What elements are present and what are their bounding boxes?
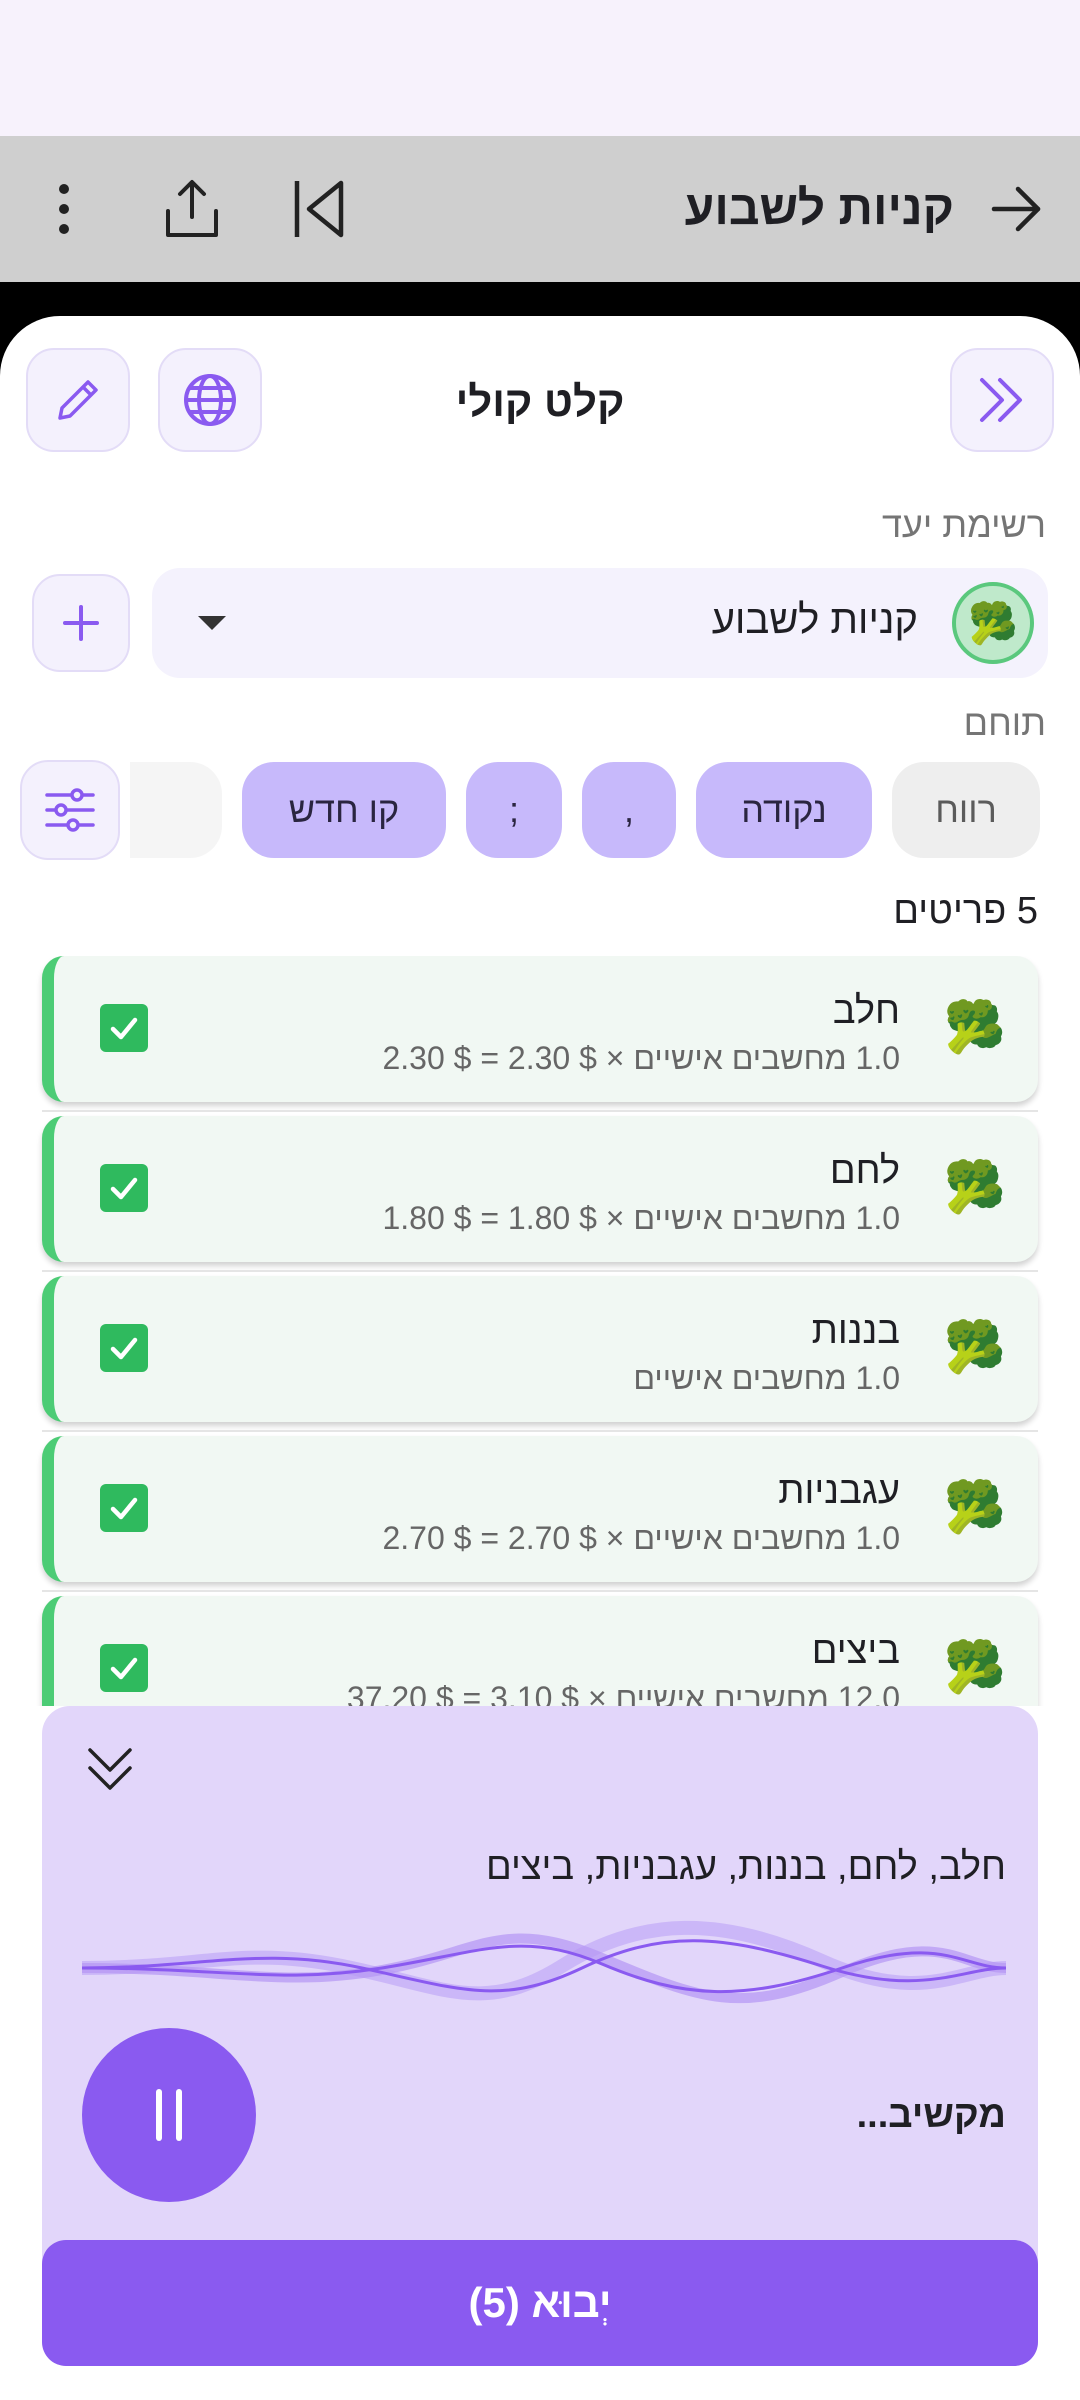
chevron-down-icon (198, 616, 226, 630)
divider (42, 1270, 1038, 1272)
item-name: חלב (832, 990, 900, 1032)
delimiter-chips: רווח נקודה , ; קו חדש מ (130, 762, 1050, 862)
more-vertical-icon[interactable] (28, 173, 100, 245)
app-toolbar: קניות לשבוע (0, 136, 1080, 282)
sheet-title: קלט קולי (455, 378, 625, 425)
collapse-sheet-button[interactable] (950, 348, 1054, 452)
skip-back-icon[interactable] (283, 173, 355, 245)
chip-space[interactable]: רווח (892, 762, 1040, 858)
item-detail: 1.0 מחשבים אישיים × $ 1.80 = $ 1.80 (382, 1200, 900, 1236)
chevrons-down-icon[interactable] (78, 1738, 142, 1802)
chip-semicolon[interactable]: ; (466, 762, 562, 858)
broccoli-icon: 🥦 (952, 582, 1034, 664)
chip-period[interactable]: נקודה (696, 762, 872, 858)
item-detail: 1.0 מחשבים אישיים (633, 1360, 900, 1396)
add-list-button[interactable] (32, 574, 130, 672)
item-name: בננות (811, 1310, 900, 1352)
target-list-select[interactable]: 🥦 קניות לשבוע (152, 568, 1048, 678)
divider (42, 1430, 1038, 1432)
broccoli-icon: 🥦 (943, 1479, 1006, 1535)
transcript-text: חלב, לחם, בננות, עגבניות, ביצים (485, 1846, 1006, 1888)
voice-panel: חלב, לחם, בננות, עגבניות, ביצים מקשיב... (42, 1706, 1038, 2306)
list-item[interactable]: 🥦 לחם 1.0 מחשבים אישיים × $ 1.80 = $ 1.8… (42, 1116, 1038, 1272)
items-count: 5 פריטים (893, 890, 1038, 932)
item-name: ביצים (811, 1630, 900, 1672)
import-button[interactable]: יְבוּא (5) (42, 2240, 1038, 2366)
item-name: עגבניות (778, 1470, 900, 1512)
share-icon[interactable] (156, 173, 228, 245)
item-name: לחם (829, 1150, 900, 1192)
broccoli-icon: 🥦 (943, 1159, 1006, 1215)
status-bar-area (0, 0, 1080, 136)
list-item[interactable]: 🥦 חלב 1.0 מחשבים אישיים × $ 2.30 = $ 2.3… (42, 956, 1038, 1112)
divider (42, 1590, 1038, 1592)
list-item[interactable]: 🥦 בננות 1.0 מחשבים אישיים (42, 1276, 1038, 1432)
list-item[interactable]: 🥦 עגבניות 1.0 מחשבים אישיים × $ 2.70 = $… (42, 1436, 1038, 1592)
item-checkbox[interactable] (100, 1164, 148, 1212)
item-checkbox[interactable] (100, 1644, 148, 1692)
target-list-value: קניות לשבוע (711, 598, 918, 642)
broccoli-icon: 🥦 (943, 1319, 1006, 1375)
chip-new-line[interactable]: קו חדש (242, 762, 446, 858)
pause-button[interactable] (82, 2028, 256, 2202)
broccoli-icon: 🥦 (943, 999, 1006, 1055)
item-checkbox[interactable] (100, 1324, 148, 1372)
audio-waveform (82, 1920, 1006, 2004)
divider (42, 1110, 1038, 1112)
item-checkbox[interactable] (100, 1004, 148, 1052)
target-list-label: רשימת יעד (881, 504, 1046, 545)
listening-status: מקשיב... (856, 2094, 1006, 2136)
items-list: 🥦 חלב 1.0 מחשבים אישיים × $ 2.30 = $ 2.3… (0, 956, 1080, 1706)
back-arrow-icon[interactable] (980, 173, 1052, 245)
item-detail: 1.0 מחשבים אישיים × $ 2.30 = $ 2.30 (382, 1040, 900, 1076)
chip-partial[interactable]: מ (130, 762, 222, 858)
toolbar-title: קניות לשבוע (684, 182, 954, 235)
delimiter-label: תוחם (963, 702, 1046, 743)
chip-comma[interactable]: , (582, 762, 676, 858)
item-checkbox[interactable] (100, 1484, 148, 1532)
broccoli-icon: 🥦 (943, 1639, 1006, 1695)
item-detail: 12.0 מחשבים אישיים × $ 3.10 = $ 37.20 (346, 1680, 900, 1706)
list-item[interactable]: 🥦 ביצים 12.0 מחשבים אישיים × $ 3.10 = $ … (42, 1596, 1038, 1706)
item-detail: 1.0 מחשבים אישיים × $ 2.70 = $ 2.70 (382, 1520, 900, 1556)
filter-settings-button[interactable] (20, 760, 120, 860)
